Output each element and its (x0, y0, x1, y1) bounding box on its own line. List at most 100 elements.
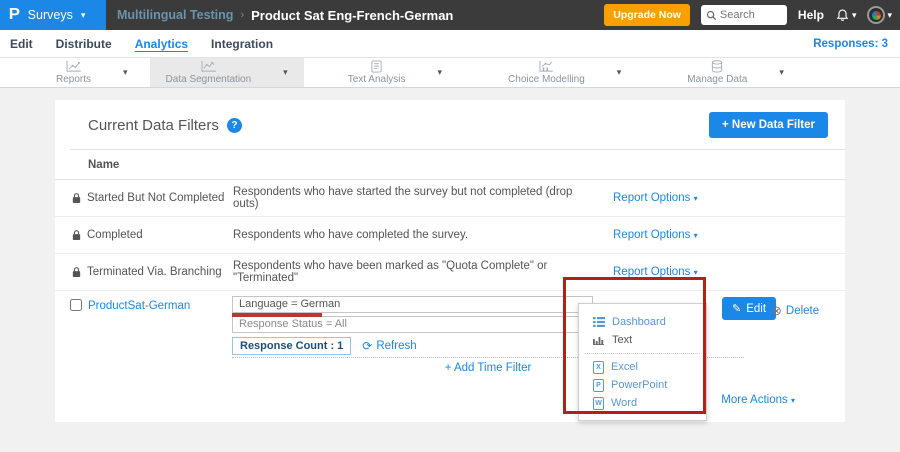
lock-icon (71, 229, 87, 241)
condition-language[interactable]: Language = German (232, 296, 593, 313)
response-count-row: Response Count : 1 ⟳Refresh (232, 337, 593, 355)
response-count-badge: Response Count : 1 (232, 337, 351, 355)
toolbar-item-label: Data Segmentation (166, 74, 252, 85)
questionpro-logo-icon: P (9, 6, 20, 24)
new-data-filter-button[interactable]: + New Data Filter (709, 112, 828, 138)
bell-icon (835, 8, 850, 23)
report-options-link[interactable]: Report Options ▾ (613, 229, 698, 241)
more-actions-link[interactable]: More Actions ▾ (721, 394, 795, 406)
filter-description: Respondents who have started the survey … (233, 186, 593, 210)
filter-conditions: Language = German Response Status = All … (232, 296, 593, 355)
menu-divider (585, 353, 700, 354)
menu-item-label: Word (611, 397, 637, 409)
table-row: Terminated Via. Branching Respondents wh… (55, 254, 845, 291)
filter-checkbox[interactable] (70, 299, 82, 311)
upgrade-now-button[interactable]: Upgrade Now (604, 4, 690, 26)
nav-tab-edit[interactable]: Edit (10, 37, 33, 51)
table-row: Started But Not Completed Respondents wh… (55, 180, 845, 217)
menu-item-label: Dashboard (612, 316, 666, 328)
main-content: Current Data Filters ? + New Data Filter… (0, 88, 900, 452)
menu-item-word[interactable]: W Word (579, 394, 706, 412)
text-analysis-dropdown-caret[interactable]: ▾ (422, 58, 459, 87)
search-box[interactable] (701, 5, 787, 25)
toolbar-item-choice-modelling[interactable]: Choice Modelling (492, 58, 601, 87)
toolbar-group-manage-data: Manage Data ▾ (671, 58, 800, 87)
toolbar-item-text-analysis[interactable]: Text Analysis (332, 58, 422, 87)
account-menu-button[interactable]: ▾ (867, 6, 892, 24)
responses-count[interactable]: Responses: 3 (813, 38, 888, 50)
avatar (867, 6, 885, 24)
menu-item-powerpoint[interactable]: P PowerPoint (579, 376, 706, 394)
filter-description: Respondents who have completed the surve… (233, 229, 593, 241)
line-chart-icon (65, 60, 82, 73)
chevron-down-icon: ▾ (694, 194, 698, 203)
app-menu-label: Surveys (28, 8, 73, 22)
card-header: Current Data Filters ? + New Data Filter (55, 100, 845, 149)
add-time-filter-link[interactable]: + Add Time Filter (445, 362, 532, 374)
menu-item-label: Excel (611, 361, 638, 373)
reports-dropdown-caret[interactable]: ▾ (107, 58, 144, 87)
filter-name-link[interactable]: ProductSat-German (88, 300, 190, 312)
report-options-link[interactable]: Report Options ▾ (613, 266, 698, 278)
nav-tab-analytics[interactable]: Analytics (135, 37, 188, 51)
menu-item-excel[interactable]: X Excel (579, 358, 706, 376)
report-options-menu: Dashboard Text X Excel P PowerPoint W Wo… (578, 303, 707, 421)
report-options-link[interactable]: Report Options ▾ (613, 192, 698, 204)
manage-data-dropdown-caret[interactable]: ▾ (763, 58, 800, 87)
refresh-label: Refresh (376, 340, 416, 352)
menu-item-dashboard[interactable]: Dashboard (579, 313, 706, 331)
toolbar-item-label: Manage Data (687, 74, 747, 85)
report-options-label: Report Options (613, 192, 690, 204)
database-icon (710, 60, 724, 73)
notifications-button[interactable]: ▾ (835, 8, 857, 23)
breadcrumb-current: Product Sat Eng-French-German (251, 8, 453, 23)
help-link[interactable]: Help (798, 8, 824, 22)
circle-x-icon: ⊗ (771, 304, 782, 317)
data-segmentation-dropdown-caret[interactable]: ▾ (267, 58, 304, 87)
filter-name: Completed (87, 229, 233, 241)
help-icon[interactable]: ? (227, 118, 242, 133)
breadcrumb-parent[interactable]: Multilingual Testing (117, 8, 233, 22)
report-options-label: Report Options (613, 266, 690, 278)
pencil-icon: ✎ (732, 302, 741, 315)
choice-modelling-dropdown-caret[interactable]: ▾ (601, 58, 638, 87)
chevron-down-icon: ▾ (852, 11, 857, 20)
nav-tab-integration[interactable]: Integration (211, 37, 273, 51)
lock-icon (71, 192, 87, 204)
toolbar-item-data-segmentation[interactable]: Data Segmentation (150, 58, 268, 87)
more-actions-row: More Actions ▾ (55, 379, 845, 406)
text-analysis-icon (369, 60, 384, 73)
report-options-label: Report Options (613, 229, 690, 241)
data-filters-card: Current Data Filters ? + New Data Filter… (55, 100, 845, 422)
toolbar-group-data-segmentation: Data Segmentation ▾ (150, 58, 304, 87)
word-file-icon: W (593, 397, 604, 410)
toolbar-group-text-analysis: Text Analysis ▾ (332, 58, 458, 87)
toolbar-item-reports[interactable]: Reports (40, 58, 107, 87)
search-input[interactable] (720, 9, 782, 21)
edit-button[interactable]: ✎Edit (722, 297, 776, 320)
table-header-name: Name (55, 150, 845, 180)
toolbar-item-label: Text Analysis (348, 74, 406, 85)
analytics-toolbar: Reports ▾ Data Segmentation ▾ Text Analy… (0, 57, 900, 88)
surveys-menu[interactable]: P Surveys ▾ (0, 0, 106, 30)
nav-tab-distribute[interactable]: Distribute (56, 37, 112, 51)
red-underline-annotation (232, 313, 322, 317)
survey-nav: Edit Distribute Analytics Integration Re… (0, 30, 900, 57)
chevron-down-icon: ▾ (694, 231, 698, 240)
condition-response-status[interactable]: Response Status = All (232, 316, 593, 333)
refresh-link[interactable]: ⟳Refresh (362, 339, 416, 353)
toolbar-item-manage-data[interactable]: Manage Data (671, 58, 763, 87)
choice-modelling-icon (538, 60, 554, 73)
menu-item-text[interactable]: Text (579, 331, 706, 349)
delete-button[interactable]: ⊗Delete (771, 304, 819, 317)
table-row: Completed Respondents who have completed… (55, 217, 845, 254)
avatar-gauge-icon (872, 11, 881, 20)
filter-description: Respondents who have been marked as "Quo… (233, 260, 593, 284)
excel-file-icon: X (593, 361, 604, 374)
breadcrumb: Multilingual Testing › Product Sat Eng-F… (117, 8, 453, 23)
more-actions-label: More Actions (721, 394, 787, 406)
topbar-actions: Upgrade Now Help ▾ ▾ (604, 4, 900, 26)
breadcrumb-separator-icon: › (240, 9, 244, 21)
toolbar-group-reports: Reports ▾ (40, 58, 144, 87)
chevron-down-icon: ▾ (791, 396, 795, 405)
